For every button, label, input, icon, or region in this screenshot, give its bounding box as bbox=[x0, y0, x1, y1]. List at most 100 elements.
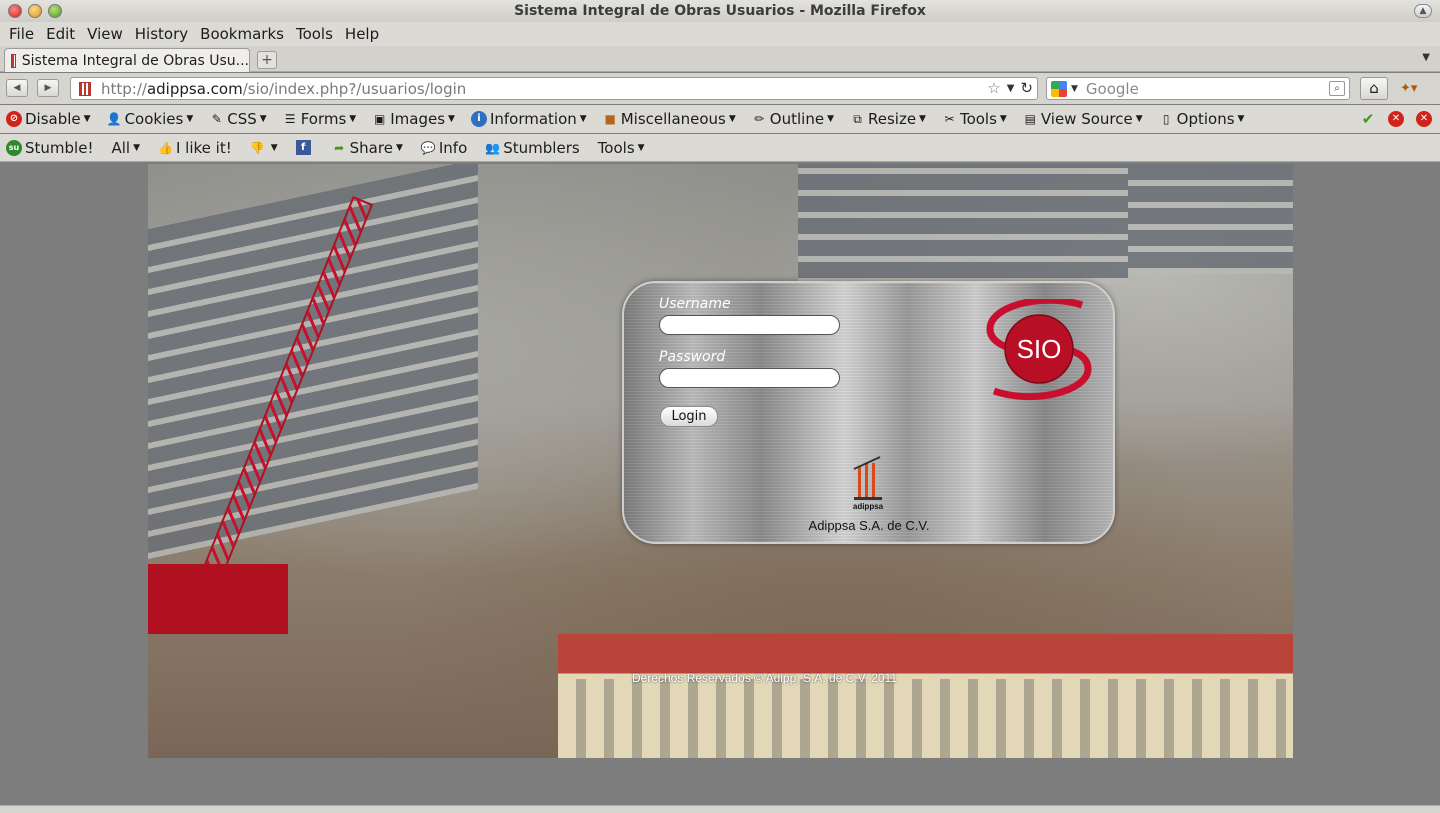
url-history-dropdown-icon[interactable]: ▼ bbox=[1007, 79, 1015, 99]
back-button[interactable]: ◀ bbox=[6, 79, 28, 97]
username-label: Username bbox=[659, 296, 731, 312]
navigation-bar: ◀ ▶ http://adippsa.com/sio/index.php?/us… bbox=[0, 73, 1440, 104]
user-icon: 👤 bbox=[106, 112, 122, 126]
wd-cookies-menu[interactable]: 👤 Cookies ▼ bbox=[107, 110, 194, 128]
search-input[interactable]: Google bbox=[1086, 80, 1139, 98]
stumble-all-dropdown[interactable]: All ▼ bbox=[111, 139, 140, 157]
password-field[interactable] bbox=[659, 368, 840, 388]
search-go-icon[interactable]: ⌕ bbox=[1329, 81, 1345, 96]
share-menu[interactable]: ➦ Share ▼ bbox=[332, 139, 403, 157]
residential-buildings bbox=[558, 634, 1293, 758]
wd-view-source-menu[interactable]: ▤ View Source ▼ bbox=[1023, 110, 1143, 128]
menu-tools[interactable]: Tools bbox=[290, 25, 339, 43]
image-icon: ▣ bbox=[374, 112, 386, 126]
menu-help[interactable]: Help bbox=[339, 25, 385, 43]
web-developer-toolbar: ⊘ Disable ▼ 👤 Cookies ▼ ✎ CSS ▼ ☰ Forms ▼ ▣ Image… bbox=[0, 105, 1440, 133]
resize-icon: ⧉ bbox=[853, 111, 862, 126]
site-favicon-icon bbox=[11, 53, 16, 68]
home-button[interactable]: ⌂ bbox=[1360, 77, 1388, 100]
addon-icon[interactable]: ✦▾ bbox=[1400, 81, 1417, 96]
facebook-button[interactable]: f bbox=[295, 140, 314, 155]
password-label: Password bbox=[659, 349, 726, 365]
stumblers-button[interactable]: 👥 Stumblers bbox=[485, 139, 579, 157]
wd-forms-menu[interactable]: ☰ Forms ▼ bbox=[283, 110, 356, 128]
js-error-icon[interactable]: ✕ bbox=[1416, 111, 1432, 127]
options-icon: ▯ bbox=[1162, 112, 1170, 126]
wd-outline-menu[interactable]: ✏ Outline ▼ bbox=[752, 110, 834, 128]
outline-pencil-icon: ✏ bbox=[754, 112, 765, 126]
window-close-button[interactable] bbox=[8, 4, 22, 18]
stumbleupon-toolbar: su Stumble! All ▼ 👍 I like it! 👎 ▼ f ➦ Share ▼… bbox=[0, 134, 1440, 162]
building-structure bbox=[148, 164, 478, 560]
url-domain: adippsa.com bbox=[146, 79, 243, 98]
like-button[interactable]: 👍 I like it! bbox=[158, 139, 232, 157]
document-icon: ▤ bbox=[1024, 112, 1037, 126]
login-button[interactable]: Login bbox=[660, 406, 718, 427]
url-path: /sio/index.php?/usuarios/login bbox=[242, 79, 467, 98]
adippsa-logo-text: adippsa bbox=[853, 502, 884, 511]
menu-bar: File Edit View History Bookmarks Tools H… bbox=[0, 22, 1440, 46]
css-error-icon[interactable]: ✕ bbox=[1388, 111, 1404, 127]
wd-miscellaneous-menu[interactable]: ■ Miscellaneous ▼ bbox=[603, 110, 736, 128]
username-field[interactable] bbox=[659, 315, 840, 335]
wd-information-menu[interactable]: i Information ▼ bbox=[470, 110, 587, 128]
thumbs-up-icon: 👍 bbox=[158, 140, 173, 155]
form-icon: ☰ bbox=[284, 112, 296, 126]
share-icon: ➦ bbox=[334, 140, 345, 155]
dislike-button[interactable]: 👎 ▼ bbox=[250, 140, 278, 155]
su-tools-menu[interactable]: Tools ▼ bbox=[598, 139, 645, 157]
speech-bubble-icon: 💬 bbox=[420, 140, 436, 155]
crane-base bbox=[148, 564, 288, 634]
wd-options-menu[interactable]: ▯ Options ▼ bbox=[1159, 110, 1245, 128]
wd-images-menu[interactable]: ▣ Images ▼ bbox=[372, 110, 455, 128]
window-titlebar: Sistema Integral de Obras Usuarios - Moz… bbox=[0, 0, 1440, 22]
building-structure-right bbox=[798, 164, 1128, 284]
window-restore-icon[interactable]: ▲ bbox=[1414, 4, 1432, 18]
tab-label: Sistema Integral de Obras Usu... bbox=[21, 52, 249, 69]
address-bar[interactable]: http://adippsa.com/sio/index.php?/usuari… bbox=[70, 77, 1038, 100]
menu-history[interactable]: History bbox=[129, 25, 194, 43]
window-maximize-button[interactable] bbox=[48, 4, 62, 18]
wd-css-menu[interactable]: ✎ CSS ▼ bbox=[209, 110, 267, 128]
window-minimize-button[interactable] bbox=[28, 4, 42, 18]
new-tab-button[interactable]: + bbox=[257, 51, 277, 69]
sio-logo-text: SIO bbox=[1017, 334, 1062, 364]
status-bar bbox=[0, 805, 1440, 813]
forward-button[interactable]: ▶ bbox=[37, 79, 59, 97]
toolbox-icon: ■ bbox=[604, 112, 616, 126]
site-identity-icon[interactable] bbox=[79, 81, 91, 96]
facebook-icon: f bbox=[295, 140, 311, 155]
bookmark-star-icon[interactable]: ☆ bbox=[987, 79, 1000, 99]
search-engine-dropdown-icon[interactable]: ▼ bbox=[1071, 84, 1078, 94]
wd-resize-menu[interactable]: ⧉ Resize ▼ bbox=[850, 110, 926, 128]
urlbar-actions: ☆ ▼ ↻ bbox=[987, 79, 1033, 99]
tab-list-chevron-down-icon[interactable]: ▼ bbox=[1422, 52, 1430, 63]
reload-icon[interactable]: ↻ bbox=[1020, 79, 1033, 99]
stumble-button[interactable]: su Stumble! bbox=[6, 139, 93, 157]
menu-view[interactable]: View bbox=[81, 25, 129, 43]
wd-tools-menu[interactable]: ✂ Tools ▼ bbox=[942, 110, 1006, 128]
search-bar[interactable]: ▼ Google ⌕ bbox=[1046, 77, 1350, 100]
menu-edit[interactable]: Edit bbox=[40, 25, 81, 43]
company-name: Adippsa S.A. de C.V. bbox=[808, 518, 930, 533]
info-button[interactable]: 💬 Info bbox=[421, 139, 467, 157]
window-title: Sistema Integral de Obras Usuarios - Moz… bbox=[514, 3, 926, 19]
checkmark-icon[interactable]: ✔ bbox=[1360, 111, 1376, 127]
tab-active[interactable]: Sistema Integral de Obras Usu... bbox=[4, 48, 250, 72]
building-structure-far-right bbox=[1128, 164, 1293, 274]
construction-background-image: Username Password Login SIO adippsa Adip… bbox=[148, 164, 1293, 758]
copyright-text: Derechos Reservados © Adipp, S.A. de C.V… bbox=[632, 671, 897, 685]
thumbs-down-icon: 👎 bbox=[249, 140, 265, 155]
page-viewport: Username Password Login SIO adippsa Adip… bbox=[0, 163, 1440, 805]
google-engine-icon[interactable] bbox=[1051, 80, 1067, 97]
menu-bookmarks[interactable]: Bookmarks bbox=[194, 25, 290, 43]
disable-icon: ⊘ bbox=[6, 111, 22, 127]
wrench-icon: ✂ bbox=[944, 112, 955, 126]
menu-file[interactable]: File bbox=[3, 25, 40, 43]
pencil-icon: ✎ bbox=[211, 112, 222, 126]
stumbleupon-icon: su bbox=[6, 139, 22, 156]
wd-disable-menu[interactable]: ⊘ Disable ▼ bbox=[6, 110, 91, 128]
info-icon: i bbox=[470, 111, 487, 127]
login-panel: Username Password Login SIO adippsa Adip… bbox=[622, 281, 1115, 544]
sio-logo: SIO bbox=[986, 299, 1092, 401]
